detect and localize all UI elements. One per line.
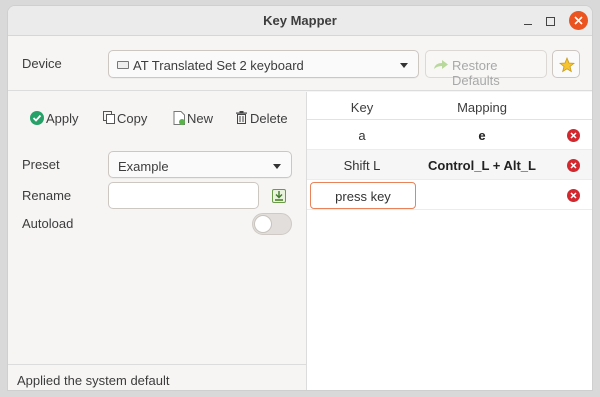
device-bar: Device AT Translated Set 2 keyboard Rest…	[8, 37, 592, 91]
column-header-mapping: Mapping	[457, 100, 507, 115]
device-select-value: AT Translated Set 2 keyboard	[133, 58, 304, 73]
preset-panel: Apply Copy New Delete Preset Example Ren…	[8, 92, 306, 390]
mapping-cell[interactable]: e	[417, 128, 547, 143]
new-document-icon	[173, 111, 185, 125]
titlebar: Key Mapper	[8, 6, 592, 36]
key-capture-text: press key	[335, 189, 391, 204]
key-capture-input[interactable]: press key	[310, 182, 416, 209]
save-icon[interactable]	[272, 189, 286, 203]
autoload-toggle[interactable]	[252, 213, 292, 235]
status-text: Applied the system default	[17, 373, 170, 388]
new-label: New	[187, 111, 214, 126]
star-icon	[559, 57, 575, 73]
autoload-label: Autoload	[22, 216, 74, 231]
window-title: Key Mapper	[263, 13, 337, 28]
device-select[interactable]: AT Translated Set 2 keyboard	[108, 50, 419, 78]
rename-label: Rename	[22, 188, 72, 203]
maximize-button[interactable]	[541, 12, 559, 30]
chevron-down-icon	[400, 63, 408, 68]
apply-label: Apply	[46, 111, 79, 126]
column-header-key: Key	[350, 100, 374, 115]
delete-row-button[interactable]	[567, 189, 580, 202]
close-icon	[574, 16, 583, 25]
rename-input[interactable]	[108, 182, 259, 209]
close-icon	[570, 132, 577, 139]
delete-row-button[interactable]	[567, 129, 580, 142]
key-cell[interactable]: Shift L	[307, 158, 417, 173]
favorite-button[interactable]	[552, 50, 580, 78]
preset-label: Preset	[22, 157, 60, 172]
keyboard-icon	[117, 61, 129, 69]
table-row[interactable]: a e	[307, 120, 592, 150]
table-row[interactable]: press key	[307, 180, 592, 210]
preset-select-value: Example	[118, 159, 169, 174]
restore-defaults-label: Restore Defaults	[452, 58, 500, 88]
preset-select[interactable]: Example	[108, 151, 292, 178]
table-header: Key Mapping	[307, 92, 592, 120]
device-label: Device	[22, 56, 62, 71]
close-icon	[570, 162, 577, 169]
copy-label: Copy	[117, 111, 148, 126]
delete-label: Delete	[250, 111, 288, 126]
redo-arrow-icon	[434, 60, 448, 69]
trash-icon	[236, 111, 247, 124]
mapping-cell[interactable]: Control_L + Alt_L	[417, 158, 547, 173]
minimize-button[interactable]	[519, 12, 537, 30]
close-button[interactable]	[569, 11, 588, 30]
chevron-down-icon	[273, 164, 281, 169]
status-bar: Applied the system default	[8, 364, 306, 390]
toggle-knob	[254, 215, 272, 233]
key-cell[interactable]: a	[307, 128, 417, 143]
table-row[interactable]: Shift L Control_L + Alt_L	[307, 150, 592, 180]
delete-row-button[interactable]	[567, 159, 580, 172]
mapping-table: Key Mapping a e Shift L Control_L + Alt_…	[306, 92, 592, 390]
copy-icon	[103, 111, 115, 124]
key-mapper-window: Key Mapper Device AT Translated Set 2 ke…	[7, 5, 593, 391]
close-icon	[570, 192, 577, 199]
check-circle-icon	[30, 111, 44, 125]
restore-defaults-button[interactable]: Restore Defaults	[425, 50, 547, 88]
